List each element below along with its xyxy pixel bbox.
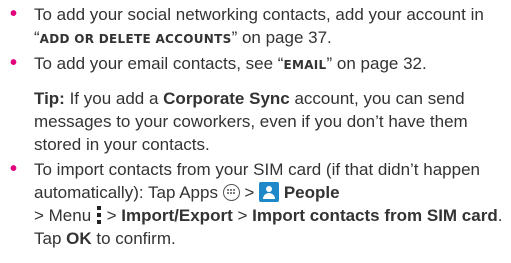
item-text: To add your social networking contacts, … [34,5,484,24]
item-text: To add your email contacts, see [34,54,278,73]
people-label: People [283,183,340,202]
apps-icon [222,184,240,201]
gt-sep: > [244,183,260,202]
tip-paragraph: Tip: If you add a Corporate Sync account… [34,87,504,156]
bullet-item-import-sim: • To import contacts from your SIM card (… [10,158,504,250]
import-export-label: Import/Export [121,206,233,225]
separator: > [232,206,253,225]
cross-reference-add-or-delete-accounts[interactable]: ADD OR DELETE ACCOUNTS [40,32,232,46]
manual-page: • To add your social networking contacts,… [0,0,511,263]
bullet-marker: • [10,52,18,74]
cross-reference-email[interactable]: EMAIL [283,58,326,72]
menu-icon [96,206,102,224]
bullet-item-email-contacts: • To add your email contacts, see “EMAIL”… [10,52,504,77]
menu-text: > Menu [34,206,96,225]
tip-label: Tip: [34,89,65,108]
separator: > [101,206,122,225]
people-icon [259,182,280,202]
bullet-marker: • [10,3,18,25]
corporate-sync-term: Corporate Sync [163,89,290,108]
page-reference: on page 32. [332,54,427,73]
page-reference: on page 37. [237,28,332,47]
import-sim-label: Import contacts from SIM card [252,206,498,225]
bullet-marker: • [10,158,18,180]
instruction-text-end: to confirm. [91,229,176,248]
ok-label: OK [66,229,92,248]
tip-text: If you add a [64,89,164,108]
bullet-item-social-contacts: • To add your social networking contacts,… [10,3,504,51]
